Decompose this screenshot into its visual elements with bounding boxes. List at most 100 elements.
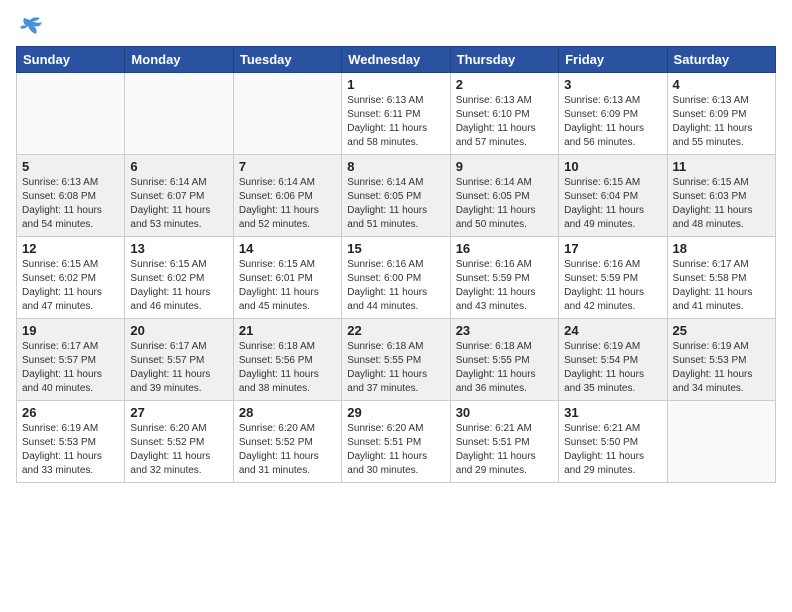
day-info: Sunrise: 6:15 AM Sunset: 6:01 PM Dayligh… (239, 258, 336, 314)
calendar-cell (667, 401, 775, 483)
day-info: Sunrise: 6:17 AM Sunset: 5:57 PM Dayligh… (130, 340, 227, 396)
header-monday: Monday (125, 47, 233, 73)
day-number: 29 (347, 405, 444, 420)
day-number: 15 (347, 241, 444, 256)
day-info: Sunrise: 6:17 AM Sunset: 5:58 PM Dayligh… (673, 258, 770, 314)
logo-icon (16, 16, 44, 38)
calendar-cell: 12 Sunrise: 6:15 AM Sunset: 6:02 PM Dayli… (17, 237, 125, 319)
calendar-cell: 17 Sunrise: 6:16 AM Sunset: 5:59 PM Dayli… (559, 237, 667, 319)
day-number: 24 (564, 323, 661, 338)
calendar-week-3: 12 Sunrise: 6:15 AM Sunset: 6:02 PM Dayli… (17, 237, 776, 319)
day-number: 4 (673, 77, 770, 92)
day-info: Sunrise: 6:21 AM Sunset: 5:51 PM Dayligh… (456, 422, 553, 478)
day-number: 9 (456, 159, 553, 174)
day-number: 18 (673, 241, 770, 256)
day-info: Sunrise: 6:19 AM Sunset: 5:54 PM Dayligh… (564, 340, 661, 396)
day-number: 12 (22, 241, 119, 256)
day-number: 17 (564, 241, 661, 256)
calendar-cell (125, 73, 233, 155)
day-info: Sunrise: 6:15 AM Sunset: 6:03 PM Dayligh… (673, 176, 770, 232)
calendar-cell: 27Sunrise: 6:20 AM Sunset: 5:52 PM Dayli… (125, 401, 233, 483)
calendar-cell: 22 Sunrise: 6:18 AM Sunset: 5:55 PM Dayli… (342, 319, 450, 401)
calendar-cell: 15 Sunrise: 6:16 AM Sunset: 6:00 PM Dayli… (342, 237, 450, 319)
calendar-cell: 11 Sunrise: 6:15 AM Sunset: 6:03 PM Dayli… (667, 155, 775, 237)
calendar-cell (233, 73, 341, 155)
header-friday: Friday (559, 47, 667, 73)
day-info: Sunrise: 6:13 AM Sunset: 6:08 PM Dayligh… (22, 176, 119, 232)
calendar-cell: 6Sunrise: 6:14 AM Sunset: 6:07 PM Daylig… (125, 155, 233, 237)
day-number: 19 (22, 323, 119, 338)
calendar-cell (17, 73, 125, 155)
day-info: Sunrise: 6:18 AM Sunset: 5:56 PM Dayligh… (239, 340, 336, 396)
day-number: 10 (564, 159, 661, 174)
day-info: Sunrise: 6:21 AM Sunset: 5:50 PM Dayligh… (564, 422, 661, 478)
day-info: Sunrise: 6:16 AM Sunset: 5:59 PM Dayligh… (564, 258, 661, 314)
day-info: Sunrise: 6:19 AM Sunset: 5:53 PM Dayligh… (673, 340, 770, 396)
day-number: 26 (22, 405, 119, 420)
calendar-cell: 18 Sunrise: 6:17 AM Sunset: 5:58 PM Dayli… (667, 237, 775, 319)
calendar-cell: 4 Sunrise: 6:13 AM Sunset: 6:09 PM Daylig… (667, 73, 775, 155)
calendar-cell: 16Sunrise: 6:16 AM Sunset: 5:59 PM Dayli… (450, 237, 558, 319)
header-saturday: Saturday (667, 47, 775, 73)
calendar-cell: 10Sunrise: 6:15 AM Sunset: 6:04 PM Dayli… (559, 155, 667, 237)
day-info: Sunrise: 6:14 AM Sunset: 6:06 PM Dayligh… (239, 176, 336, 232)
calendar-cell: 23Sunrise: 6:18 AM Sunset: 5:55 PM Dayli… (450, 319, 558, 401)
day-number: 28 (239, 405, 336, 420)
day-number: 3 (564, 77, 661, 92)
day-info: Sunrise: 6:20 AM Sunset: 5:51 PM Dayligh… (347, 422, 444, 478)
calendar-cell: 2 Sunrise: 6:13 AM Sunset: 6:10 PM Daylig… (450, 73, 558, 155)
day-number: 2 (456, 77, 553, 92)
day-info: Sunrise: 6:20 AM Sunset: 5:52 PM Dayligh… (239, 422, 336, 478)
header-sunday: Sunday (17, 47, 125, 73)
calendar-cell: 29 Sunrise: 6:20 AM Sunset: 5:51 PM Dayli… (342, 401, 450, 483)
calendar-cell: 25Sunrise: 6:19 AM Sunset: 5:53 PM Dayli… (667, 319, 775, 401)
day-info: Sunrise: 6:14 AM Sunset: 6:05 PM Dayligh… (456, 176, 553, 232)
calendar-cell: 19 Sunrise: 6:17 AM Sunset: 5:57 PM Dayli… (17, 319, 125, 401)
calendar-cell: 1 Sunrise: 6:13 AM Sunset: 6:11 PM Daylig… (342, 73, 450, 155)
day-number: 6 (130, 159, 227, 174)
calendar-week-4: 19 Sunrise: 6:17 AM Sunset: 5:57 PM Dayli… (17, 319, 776, 401)
day-info: Sunrise: 6:13 AM Sunset: 6:09 PM Dayligh… (673, 94, 770, 150)
day-info: Sunrise: 6:15 AM Sunset: 6:02 PM Dayligh… (130, 258, 227, 314)
day-info: Sunrise: 6:17 AM Sunset: 5:57 PM Dayligh… (22, 340, 119, 396)
day-number: 22 (347, 323, 444, 338)
calendar-cell: 31 Sunrise: 6:21 AM Sunset: 5:50 PM Dayli… (559, 401, 667, 483)
calendar-week-2: 5 Sunrise: 6:13 AM Sunset: 6:08 PM Daylig… (17, 155, 776, 237)
header-wednesday: Wednesday (342, 47, 450, 73)
day-info: Sunrise: 6:16 AM Sunset: 6:00 PM Dayligh… (347, 258, 444, 314)
day-info: Sunrise: 6:19 AM Sunset: 5:53 PM Dayligh… (22, 422, 119, 478)
calendar-cell: 28 Sunrise: 6:20 AM Sunset: 5:52 PM Dayli… (233, 401, 341, 483)
day-info: Sunrise: 6:16 AM Sunset: 5:59 PM Dayligh… (456, 258, 553, 314)
day-number: 5 (22, 159, 119, 174)
day-info: Sunrise: 6:13 AM Sunset: 6:09 PM Dayligh… (564, 94, 661, 150)
calendar-cell: 14 Sunrise: 6:15 AM Sunset: 6:01 PM Dayli… (233, 237, 341, 319)
day-number: 23 (456, 323, 553, 338)
day-number: 8 (347, 159, 444, 174)
calendar-cell: 7 Sunrise: 6:14 AM Sunset: 6:06 PM Daylig… (233, 155, 341, 237)
day-info: Sunrise: 6:20 AM Sunset: 5:52 PM Dayligh… (130, 422, 227, 478)
day-number: 1 (347, 77, 444, 92)
day-number: 30 (456, 405, 553, 420)
calendar-cell: 13 Sunrise: 6:15 AM Sunset: 6:02 PM Dayli… (125, 237, 233, 319)
day-number: 20 (130, 323, 227, 338)
day-info: Sunrise: 6:13 AM Sunset: 6:10 PM Dayligh… (456, 94, 553, 150)
calendar-cell: 24 Sunrise: 6:19 AM Sunset: 5:54 PM Dayli… (559, 319, 667, 401)
day-info: Sunrise: 6:15 AM Sunset: 6:02 PM Dayligh… (22, 258, 119, 314)
day-number: 7 (239, 159, 336, 174)
calendar-week-5: 26 Sunrise: 6:19 AM Sunset: 5:53 PM Dayli… (17, 401, 776, 483)
header-tuesday: Tuesday (233, 47, 341, 73)
calendar-cell: 3 Sunrise: 6:13 AM Sunset: 6:09 PM Daylig… (559, 73, 667, 155)
day-info: Sunrise: 6:18 AM Sunset: 5:55 PM Dayligh… (347, 340, 444, 396)
calendar-cell: 21Sunrise: 6:18 AM Sunset: 5:56 PM Dayli… (233, 319, 341, 401)
calendar-table: SundayMondayTuesdayWednesdayThursdayFrid… (16, 46, 776, 483)
day-number: 31 (564, 405, 661, 420)
calendar-header-row: SundayMondayTuesdayWednesdayThursdayFrid… (17, 47, 776, 73)
day-number: 13 (130, 241, 227, 256)
calendar-cell: 5 Sunrise: 6:13 AM Sunset: 6:08 PM Daylig… (17, 155, 125, 237)
day-number: 11 (673, 159, 770, 174)
day-info: Sunrise: 6:13 AM Sunset: 6:11 PM Dayligh… (347, 94, 444, 150)
calendar-cell: 9 Sunrise: 6:14 AM Sunset: 6:05 PM Daylig… (450, 155, 558, 237)
logo (16, 16, 48, 38)
calendar-cell: 20 Sunrise: 6:17 AM Sunset: 5:57 PM Dayli… (125, 319, 233, 401)
day-number: 14 (239, 241, 336, 256)
